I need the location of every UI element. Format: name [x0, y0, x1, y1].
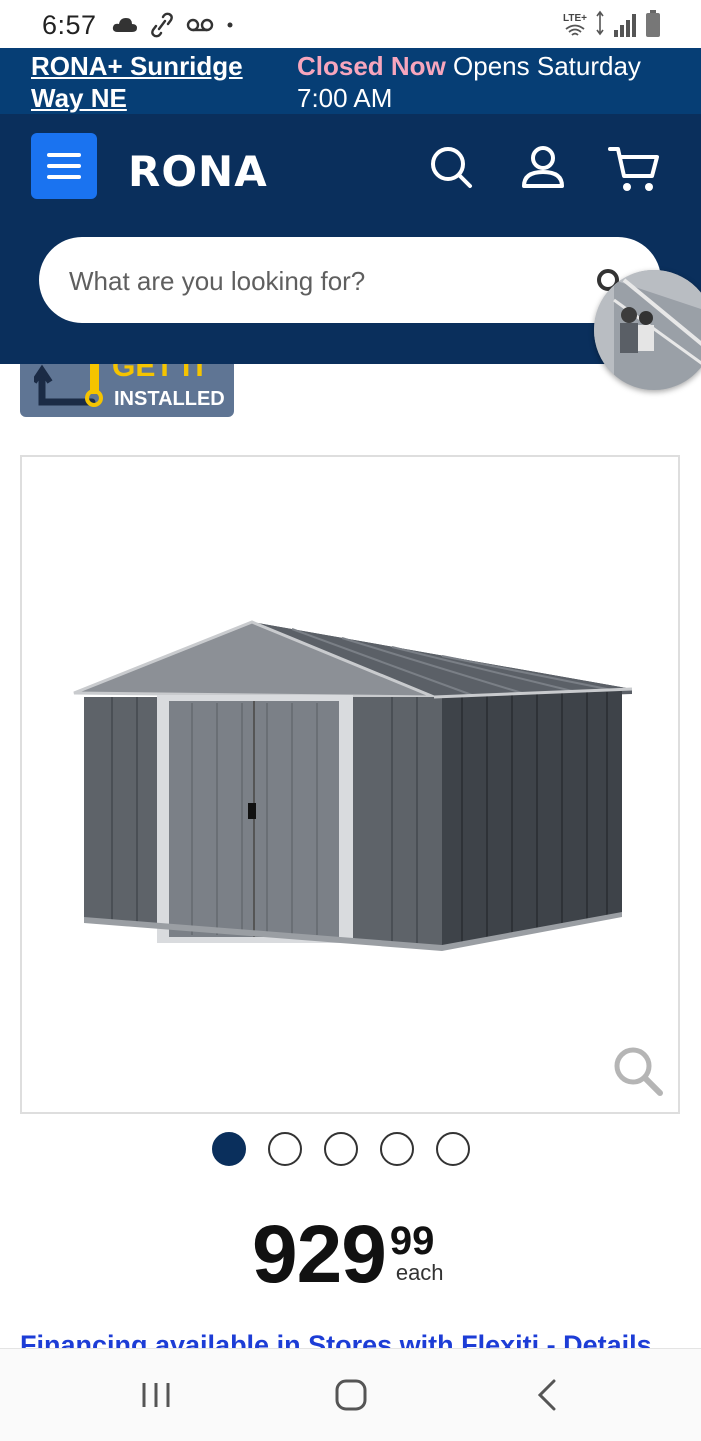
image-carousel-dots	[212, 1132, 470, 1166]
store-hours: Closed Now Opens Saturday 7:00 AM	[297, 50, 677, 114]
link-icon	[151, 12, 173, 38]
product-image-shed	[73, 620, 633, 951]
home-icon[interactable]	[331, 1375, 371, 1415]
account-icon[interactable]	[520, 144, 566, 190]
rona-logo[interactable]: RONA	[128, 147, 268, 196]
cart-icon[interactable]	[608, 144, 660, 194]
bubble-photo-icon	[594, 270, 701, 390]
carousel-dot-4[interactable]	[380, 1132, 414, 1166]
carousel-dot-1[interactable]	[212, 1132, 246, 1166]
back-icon[interactable]	[528, 1375, 568, 1415]
carousel-dot-3[interactable]	[324, 1132, 358, 1166]
status-bar: 6:57 LTE+	[0, 0, 701, 48]
hamburger-icon	[47, 153, 81, 157]
zoom-icon[interactable]	[612, 1045, 664, 1097]
search-input[interactable]	[67, 237, 591, 325]
status-time: 6:57	[42, 10, 97, 40]
store-closed-label: Closed Now	[297, 51, 446, 81]
badge-label: INSTALLED	[114, 388, 225, 410]
search-bar[interactable]	[39, 237, 661, 325]
price-dollars: 929	[252, 1209, 387, 1300]
get-it-installed-badge[interactable]: GET IT INSTALLED	[20, 364, 234, 417]
carousel-dot-2[interactable]	[268, 1132, 302, 1166]
battery-icon	[646, 10, 660, 37]
menu-button[interactable]	[31, 133, 97, 199]
dot-icon	[227, 22, 233, 28]
cloud-icon	[112, 18, 137, 32]
price-cents: 99	[389, 1219, 435, 1263]
recent-apps-icon[interactable]	[136, 1375, 176, 1415]
financing-details-link[interactable]: Financing available in Stores with Flexi…	[20, 1328, 700, 1350]
search-icon[interactable]	[428, 144, 474, 190]
wifi-icon	[565, 24, 585, 36]
status-notification-icons	[112, 12, 234, 38]
wrench-arrow-icon	[34, 364, 103, 407]
store-name-link[interactable]: RONA+ Sunridge Way NE	[31, 50, 271, 114]
status-system-icons: LTE+	[563, 10, 661, 38]
floating-chat-bubble[interactable]	[594, 270, 701, 390]
data-transfer-icon	[596, 10, 604, 36]
signal-icon	[614, 14, 636, 37]
product-price: 929 99 each	[252, 1212, 444, 1298]
price-unit: each	[395, 1260, 444, 1285]
store-bar: RONA+ Sunridge Way NE Closed Now Opens S…	[0, 48, 701, 114]
system-navigation-bar	[0, 1348, 701, 1441]
badge-top-text: GET IT	[112, 364, 209, 383]
product-image-frame[interactable]	[20, 455, 680, 1114]
voicemail-icon	[186, 18, 214, 32]
carousel-dot-5[interactable]	[436, 1132, 470, 1166]
network-label: LTE+	[563, 13, 587, 24]
